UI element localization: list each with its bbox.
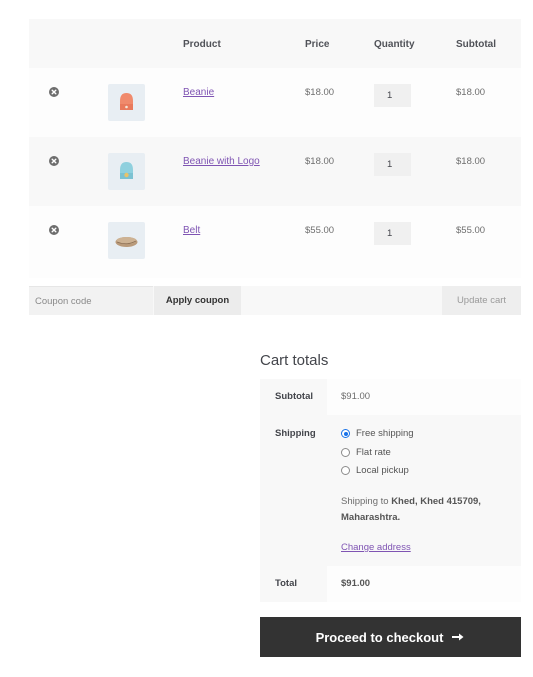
remove-item-icon[interactable]	[49, 156, 59, 166]
column-quantity: Quantity	[374, 39, 415, 50]
subtotal-label: Subtotal	[275, 391, 313, 402]
shipping-option-label[interactable]: Local pickup	[356, 465, 409, 476]
product-subtotal: $18.00	[456, 87, 486, 98]
change-address-link[interactable]: Change address	[341, 542, 411, 553]
shipping-destination: Shipping to Khed, Khed 415709, Maharasht…	[341, 496, 481, 523]
cart-item-row: Beanie $18.00 $18.00	[29, 68, 521, 137]
cart-item-row: Beanie with Logo $18.00 $18.00	[29, 137, 521, 206]
product-thumbnail-beanie[interactable]	[108, 84, 145, 121]
radio-local-pickup[interactable]	[341, 466, 350, 475]
product-thumbnail-belt[interactable]	[108, 222, 145, 259]
shipping-options-cell: Free shipping Flat rate Local pickup Shi…	[327, 415, 521, 566]
apply-coupon-button[interactable]: Apply coupon	[154, 286, 241, 315]
product-subtotal: $18.00	[456, 156, 486, 167]
shipping-to-prefix: Shipping to	[341, 496, 389, 507]
quantity-input[interactable]	[374, 222, 411, 245]
total-label-cell: Total	[260, 566, 327, 602]
subtotal-value: $91.00	[341, 391, 371, 402]
product-price: $55.00	[305, 225, 335, 236]
cart-totals-title: Cart totals	[260, 352, 329, 369]
arrow-right-icon	[451, 630, 465, 645]
coupon-code-input[interactable]	[29, 286, 153, 315]
shipping-label: Shipping	[275, 428, 316, 439]
cart-item-row: Belt $55.00 $55.00	[29, 206, 521, 278]
quantity-input[interactable]	[374, 84, 411, 107]
radio-free-shipping[interactable]	[341, 429, 350, 438]
column-price: Price	[305, 39, 330, 50]
product-thumbnail-beanie-with-logo[interactable]	[108, 153, 145, 190]
quantity-input[interactable]	[374, 153, 411, 176]
product-link[interactable]: Belt	[183, 225, 200, 236]
total-value: $91.00	[341, 578, 371, 589]
column-product: Product	[183, 39, 221, 50]
product-price: $18.00	[305, 87, 335, 98]
shipping-option-label[interactable]: Free shipping	[356, 428, 414, 439]
product-subtotal: $55.00	[456, 225, 486, 236]
radio-flat-rate[interactable]	[341, 448, 350, 457]
total-label: Total	[275, 578, 297, 589]
subtotal-value-cell: $91.00	[327, 379, 521, 415]
proceed-to-checkout-button[interactable]: Proceed to checkout	[260, 617, 521, 657]
total-value-cell: $91.00	[327, 566, 521, 602]
subtotal-label-cell: Subtotal	[260, 379, 327, 415]
cart-table-header: Product Price Quantity Subtotal	[29, 19, 521, 68]
product-link[interactable]: Beanie	[183, 87, 214, 98]
column-subtotal: Subtotal	[456, 39, 496, 50]
product-link[interactable]: Beanie with Logo	[183, 156, 260, 167]
checkout-label: Proceed to checkout	[315, 629, 444, 645]
shipping-label-cell: Shipping	[260, 415, 327, 566]
shipping-option-label[interactable]: Flat rate	[356, 447, 391, 458]
product-price: $18.00	[305, 156, 335, 167]
update-cart-button[interactable]: Update cart	[442, 286, 521, 315]
remove-item-icon[interactable]	[49, 225, 59, 235]
remove-item-icon[interactable]	[49, 87, 59, 97]
